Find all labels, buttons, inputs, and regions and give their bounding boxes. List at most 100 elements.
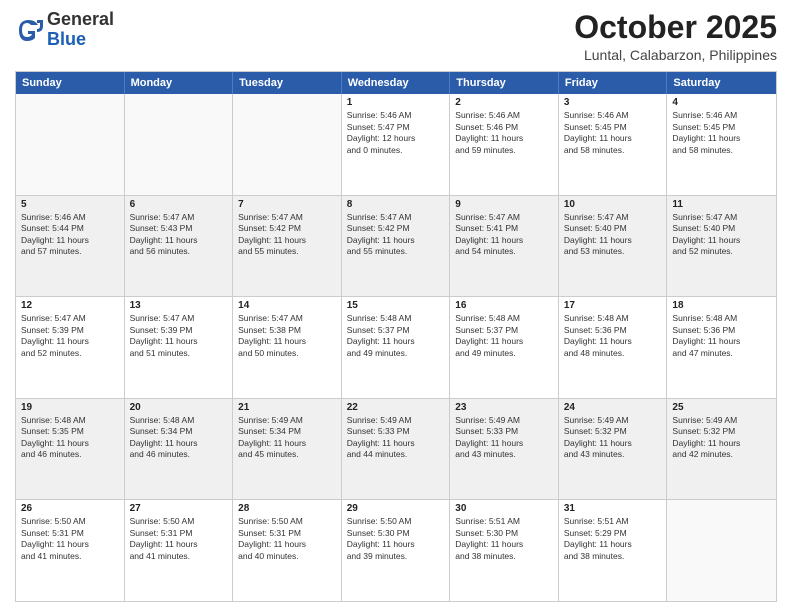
- day-number: 11: [672, 199, 771, 210]
- table-row: 4 Sunrise: 5:46 AM Sunset: 5:45 PM Daylig…: [667, 94, 776, 195]
- day-number: 31: [564, 503, 662, 514]
- table-row: 18Sunrise: 5:48 AM Sunset: 5:36 PM Dayli…: [667, 297, 776, 398]
- day-number: 27: [130, 503, 228, 514]
- day-number: 29: [347, 503, 445, 514]
- table-row: 14 Sunrise: 5:47 AM Sunset: 5:38 PM Dayli…: [233, 297, 342, 398]
- day-info: Sunrise: 5:48 AM Sunset: 5:36 PM Dayligh…: [672, 313, 771, 359]
- table-row: 1Sunrise: 5:46 AM Sunset: 5:47 PM Daylig…: [342, 94, 451, 195]
- day-info: Sunrise: 5:49 AM Sunset: 5:34 PM Dayligh…: [238, 415, 336, 461]
- table-row: 12Sunrise: 5:47 AM Sunset: 5:39 PM Dayli…: [16, 297, 125, 398]
- day-info: Sunrise: 5:47 AM Sunset: 5:39 PM Dayligh…: [21, 313, 119, 359]
- day-number: 7: [238, 199, 336, 210]
- day-number: 15: [347, 300, 445, 311]
- table-row: 2 Sunrise: 5:46 AM Sunset: 5:46 PM Daylig…: [450, 94, 559, 195]
- logo-icon: [15, 16, 43, 44]
- day-info: Sunrise: 5:48 AM Sunset: 5:34 PM Dayligh…: [130, 415, 228, 461]
- day-number: 2: [455, 97, 553, 108]
- calendar-header: Sunday Monday Tuesday Wednesday Thursday…: [16, 72, 776, 94]
- table-row: 5Sunrise: 5:46 AM Sunset: 5:44 PM Daylig…: [16, 196, 125, 297]
- dow-sunday: Sunday: [16, 72, 125, 94]
- day-info: Sunrise: 5:49 AM Sunset: 5:32 PM Dayligh…: [672, 415, 771, 461]
- day-number: 10: [564, 199, 662, 210]
- table-row: 15 Sunrise: 5:48 AM Sunset: 5:37 PM Dayli…: [342, 297, 451, 398]
- cal-row-2: 12Sunrise: 5:47 AM Sunset: 5:39 PM Dayli…: [16, 296, 776, 398]
- day-number: 4: [672, 97, 771, 108]
- cal-row-0: 1Sunrise: 5:46 AM Sunset: 5:47 PM Daylig…: [16, 94, 776, 195]
- day-number: 30: [455, 503, 553, 514]
- dow-friday: Friday: [559, 72, 668, 94]
- day-info: Sunrise: 5:50 AM Sunset: 5:31 PM Dayligh…: [238, 516, 336, 562]
- cal-row-3: 19 Sunrise: 5:48 AM Sunset: 5:35 PM Dayli…: [16, 398, 776, 500]
- table-row: 28 Sunrise: 5:50 AM Sunset: 5:31 PM Dayli…: [233, 500, 342, 601]
- logo-text: General Blue: [47, 10, 114, 50]
- day-info: Sunrise: 5:46 AM Sunset: 5:45 PM Dayligh…: [672, 110, 771, 156]
- cal-row-1: 5Sunrise: 5:46 AM Sunset: 5:44 PM Daylig…: [16, 195, 776, 297]
- day-info: Sunrise: 5:50 AM Sunset: 5:31 PM Dayligh…: [130, 516, 228, 562]
- table-row: 19 Sunrise: 5:48 AM Sunset: 5:35 PM Dayli…: [16, 399, 125, 500]
- day-number: 17: [564, 300, 662, 311]
- day-number: 20: [130, 402, 228, 413]
- table-row: 7Sunrise: 5:47 AM Sunset: 5:42 PM Daylig…: [233, 196, 342, 297]
- table-row: 20 Sunrise: 5:48 AM Sunset: 5:34 PM Dayli…: [125, 399, 234, 500]
- day-number: 19: [21, 402, 119, 413]
- day-number: 16: [455, 300, 553, 311]
- table-row: 6 Sunrise: 5:47 AM Sunset: 5:43 PM Daylig…: [125, 196, 234, 297]
- day-info: Sunrise: 5:47 AM Sunset: 5:40 PM Dayligh…: [564, 212, 662, 258]
- table-row: 22Sunrise: 5:49 AM Sunset: 5:33 PM Dayli…: [342, 399, 451, 500]
- table-row: 25 Sunrise: 5:49 AM Sunset: 5:32 PM Dayli…: [667, 399, 776, 500]
- title-block: October 2025 Luntal, Calabarzon, Philipp…: [574, 10, 777, 63]
- day-info: Sunrise: 5:48 AM Sunset: 5:36 PM Dayligh…: [564, 313, 662, 359]
- day-number: 13: [130, 300, 228, 311]
- day-info: Sunrise: 5:47 AM Sunset: 5:43 PM Dayligh…: [130, 212, 228, 258]
- day-info: Sunrise: 5:47 AM Sunset: 5:39 PM Dayligh…: [130, 313, 228, 359]
- header: General Blue October 2025 Luntal, Calaba…: [15, 10, 777, 63]
- day-number: 25: [672, 402, 771, 413]
- table-row: [16, 94, 125, 195]
- day-number: 14: [238, 300, 336, 311]
- day-number: 6: [130, 199, 228, 210]
- cal-row-4: 26 Sunrise: 5:50 AM Sunset: 5:31 PM Dayli…: [16, 499, 776, 601]
- table-row: 3 Sunrise: 5:46 AM Sunset: 5:45 PM Daylig…: [559, 94, 668, 195]
- dow-thursday: Thursday: [450, 72, 559, 94]
- table-row: 11 Sunrise: 5:47 AM Sunset: 5:40 PM Dayli…: [667, 196, 776, 297]
- table-row: 24Sunrise: 5:49 AM Sunset: 5:32 PM Dayli…: [559, 399, 668, 500]
- day-info: Sunrise: 5:50 AM Sunset: 5:31 PM Dayligh…: [21, 516, 119, 562]
- table-row: 26 Sunrise: 5:50 AM Sunset: 5:31 PM Dayli…: [16, 500, 125, 601]
- day-number: 23: [455, 402, 553, 413]
- location: Luntal, Calabarzon, Philippines: [574, 47, 777, 63]
- table-row: [233, 94, 342, 195]
- logo-general: General: [47, 9, 114, 29]
- day-info: Sunrise: 5:46 AM Sunset: 5:47 PM Dayligh…: [347, 110, 445, 156]
- table-row: [667, 500, 776, 601]
- table-row: 27 Sunrise: 5:50 AM Sunset: 5:31 PM Dayli…: [125, 500, 234, 601]
- day-info: Sunrise: 5:48 AM Sunset: 5:35 PM Dayligh…: [21, 415, 119, 461]
- table-row: 13 Sunrise: 5:47 AM Sunset: 5:39 PM Dayli…: [125, 297, 234, 398]
- calendar-body: 1Sunrise: 5:46 AM Sunset: 5:47 PM Daylig…: [16, 94, 776, 601]
- day-info: Sunrise: 5:46 AM Sunset: 5:44 PM Dayligh…: [21, 212, 119, 258]
- day-number: 24: [564, 402, 662, 413]
- day-number: 3: [564, 97, 662, 108]
- day-number: 28: [238, 503, 336, 514]
- calendar: Sunday Monday Tuesday Wednesday Thursday…: [15, 71, 777, 602]
- dow-saturday: Saturday: [667, 72, 776, 94]
- day-info: Sunrise: 5:49 AM Sunset: 5:33 PM Dayligh…: [347, 415, 445, 461]
- table-row: 8Sunrise: 5:47 AM Sunset: 5:42 PM Daylig…: [342, 196, 451, 297]
- day-info: Sunrise: 5:50 AM Sunset: 5:30 PM Dayligh…: [347, 516, 445, 562]
- day-info: Sunrise: 5:48 AM Sunset: 5:37 PM Dayligh…: [455, 313, 553, 359]
- day-info: Sunrise: 5:51 AM Sunset: 5:29 PM Dayligh…: [564, 516, 662, 562]
- day-info: Sunrise: 5:48 AM Sunset: 5:37 PM Dayligh…: [347, 313, 445, 359]
- day-number: 21: [238, 402, 336, 413]
- dow-monday: Monday: [125, 72, 234, 94]
- month-title: October 2025: [574, 10, 777, 45]
- table-row: 17 Sunrise: 5:48 AM Sunset: 5:36 PM Dayli…: [559, 297, 668, 398]
- table-row: 21 Sunrise: 5:49 AM Sunset: 5:34 PM Dayli…: [233, 399, 342, 500]
- table-row: 23Sunrise: 5:49 AM Sunset: 5:33 PM Dayli…: [450, 399, 559, 500]
- day-info: Sunrise: 5:46 AM Sunset: 5:46 PM Dayligh…: [455, 110, 553, 156]
- day-info: Sunrise: 5:47 AM Sunset: 5:40 PM Dayligh…: [672, 212, 771, 258]
- day-number: 26: [21, 503, 119, 514]
- day-info: Sunrise: 5:47 AM Sunset: 5:38 PM Dayligh…: [238, 313, 336, 359]
- day-number: 9: [455, 199, 553, 210]
- day-info: Sunrise: 5:46 AM Sunset: 5:45 PM Dayligh…: [564, 110, 662, 156]
- dow-tuesday: Tuesday: [233, 72, 342, 94]
- page: General Blue October 2025 Luntal, Calaba…: [0, 0, 792, 612]
